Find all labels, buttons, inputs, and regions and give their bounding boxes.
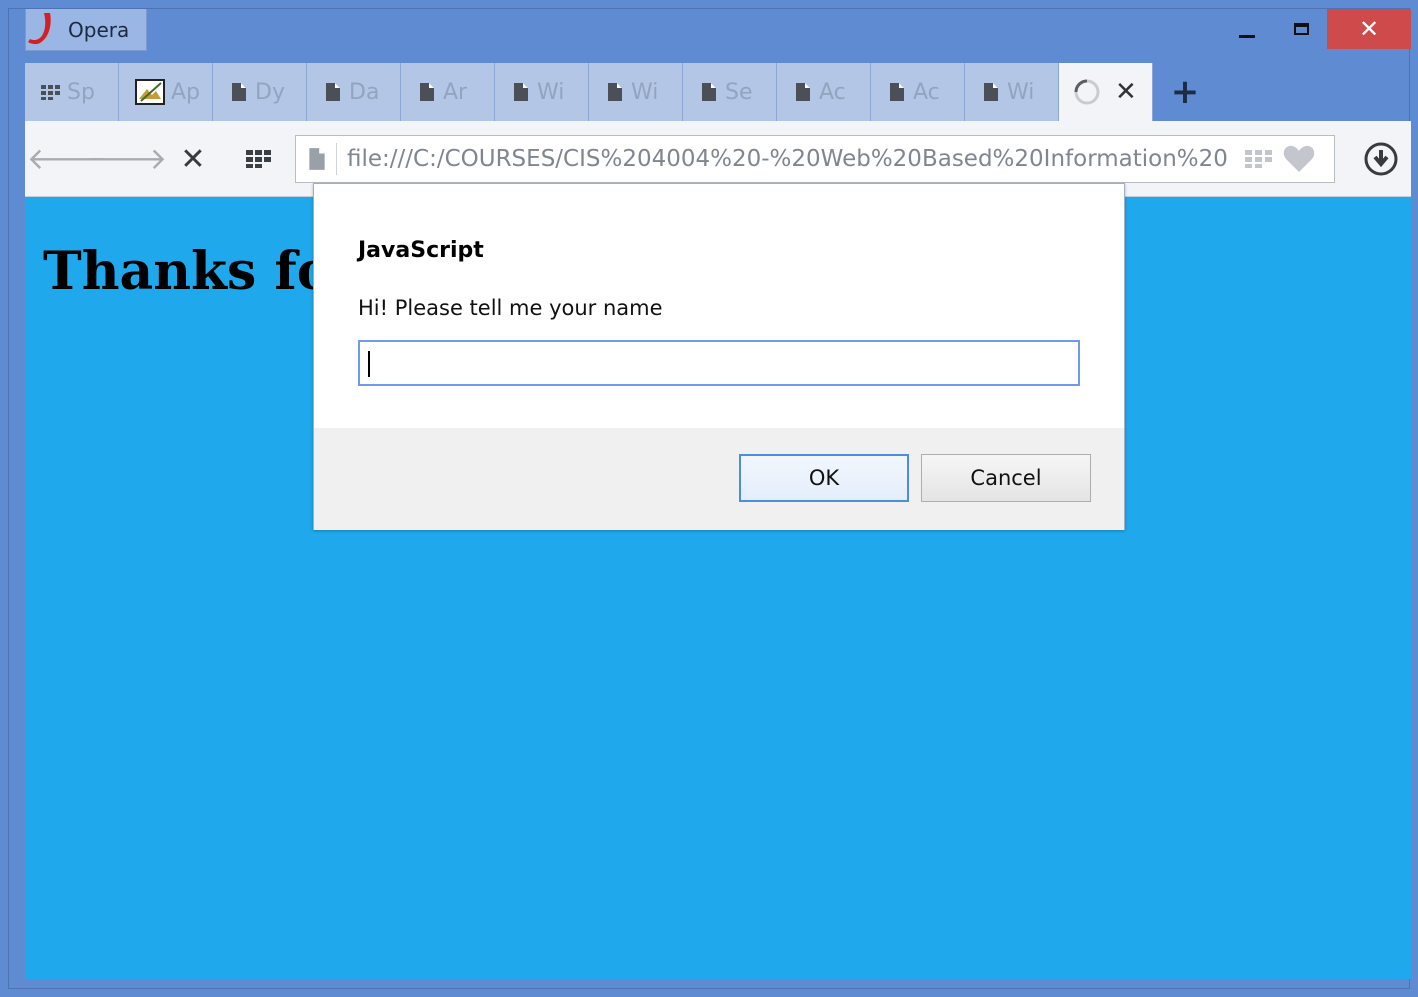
tab-label: Ac — [819, 79, 846, 105]
page-heading: Thanks fo — [43, 241, 332, 302]
stop-icon: ✕ — [180, 141, 206, 177]
page-icon — [890, 83, 904, 101]
tab-label: Ar — [443, 79, 468, 105]
page-icon — [420, 83, 434, 101]
tab[interactable]: Wi — [965, 63, 1059, 121]
speed-dial-icon[interactable] — [1245, 148, 1273, 170]
tab-label: Wi — [537, 79, 565, 105]
address-icons — [1245, 145, 1315, 173]
close-window-button[interactable]: ✕ — [1327, 9, 1411, 49]
page-icon — [796, 83, 810, 101]
close-icon: ✕ — [1358, 15, 1380, 43]
tab[interactable]: Ac — [871, 63, 965, 121]
tab-active[interactable]: ✕ — [1059, 63, 1153, 121]
dialog-message: Hi! Please tell me your name — [358, 296, 663, 320]
tab-label: Ac — [913, 79, 940, 105]
tab-label: Wi — [1007, 79, 1035, 105]
name-input[interactable] — [358, 340, 1080, 386]
tab-label: Dy — [255, 79, 285, 105]
tab[interactable]: Wi — [589, 63, 683, 121]
opera-menu-label: Opera — [68, 17, 130, 42]
address-url[interactable]: file:///C:/COURSES/CIS%204004%20-%20Web%… — [347, 146, 1237, 172]
new-tab-button[interactable]: + — [1165, 69, 1205, 115]
image-icon — [135, 79, 165, 105]
page-icon — [326, 83, 340, 101]
tab-label: Wi — [631, 79, 659, 105]
dialog-footer: OK Cancel — [314, 428, 1124, 530]
plus-icon: + — [1170, 72, 1200, 112]
page-icon — [702, 83, 716, 101]
maximize-button[interactable] — [1281, 9, 1321, 49]
tab[interactable]: Sp — [25, 63, 119, 121]
page-icon — [309, 148, 325, 170]
text-caret — [368, 351, 370, 377]
address-bar[interactable]: file:///C:/COURSES/CIS%204004%20-%20Web%… — [295, 135, 1335, 183]
opera-menu-button[interactable]: Opera — [25, 9, 147, 51]
javascript-prompt-dialog: JavaScript Hi! Please tell me your name … — [313, 183, 1125, 530]
stop-button[interactable]: ✕ — [173, 139, 213, 179]
page-icon — [514, 83, 528, 101]
page-icon — [608, 83, 622, 101]
download-icon — [1364, 142, 1398, 176]
tab-label: Ap — [171, 79, 201, 105]
tab[interactable]: Dy — [213, 63, 307, 121]
speed-dial-icon — [41, 85, 60, 100]
minimize-button[interactable] — [1227, 9, 1267, 49]
tab[interactable]: Se — [683, 63, 777, 121]
tab-close-icon[interactable]: ✕ — [1115, 77, 1137, 107]
heart-icon[interactable] — [1283, 145, 1315, 173]
speed-dial-icon — [246, 150, 271, 168]
tab[interactable]: Ap — [119, 63, 213, 121]
tab-strip: Sp Ap Dy Da Ar Wi Wi Se Ac Ac Wi ✕ + — [25, 63, 1411, 121]
maximize-icon — [1293, 23, 1309, 35]
cancel-button[interactable]: Cancel — [921, 454, 1091, 502]
address-separator — [336, 143, 337, 175]
tab-label: Sp — [67, 79, 95, 105]
tab[interactable]: Wi — [495, 63, 589, 121]
forward-arrow-icon: 🡒 — [86, 142, 168, 177]
page-icon — [232, 83, 246, 101]
dialog-title: JavaScript — [358, 238, 484, 263]
tab[interactable]: Ac — [777, 63, 871, 121]
ok-button[interactable]: OK — [739, 454, 909, 502]
tab[interactable]: Ar — [401, 63, 495, 121]
back-button[interactable]: 🡐 — [27, 139, 107, 179]
minimize-icon — [1239, 34, 1255, 38]
tab-label: Da — [349, 79, 380, 105]
speed-dial-button[interactable] — [239, 139, 279, 179]
loading-spinner-icon — [1074, 79, 1100, 105]
downloads-button[interactable] — [1361, 139, 1401, 179]
tab-label: Se — [725, 79, 753, 105]
opera-logo-icon — [28, 12, 51, 44]
tab[interactable]: Da — [307, 63, 401, 121]
forward-button[interactable]: 🡒 — [87, 139, 167, 179]
page-icon — [984, 83, 998, 101]
